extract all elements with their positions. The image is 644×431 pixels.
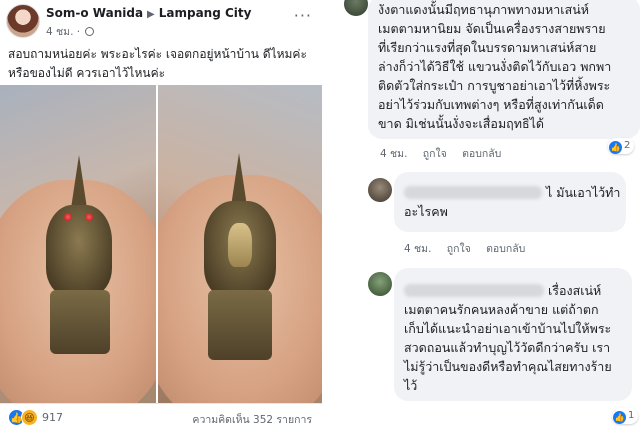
amulet-gold-figure: [228, 223, 252, 267]
comment-text-line: อะไรคพ: [404, 204, 448, 219]
comment-text-line: ที่เรียกว่าแรงที่สุดในบรรดามหาเสน่ห์สาย: [378, 40, 597, 55]
like-comment-button[interactable]: ถูกใจ: [447, 243, 471, 255]
post-text-line: สอบถามหน่อยค่ะ พระอะไรค่ะ เจอตกอยู่หน้าบ…: [8, 47, 307, 61]
haha-reaction-icon: 😆: [21, 409, 38, 426]
post-time[interactable]: 4 ชม.: [46, 26, 73, 38]
amulet-body: [46, 205, 112, 295]
facebook-post: Som-o Wanida ▶ Lampang City 4 ชม. · ··· สอ…: [0, 0, 322, 431]
author-avatar[interactable]: [6, 4, 40, 38]
comment-actions: 4 ชม. ถูกใจ ตอบกลับ: [404, 240, 537, 257]
post-footer: 👍 😆 917 ความคิดเห็น 352 รายการ: [0, 403, 322, 431]
comment-text-line: ไ มันเอาไว้ทำ: [404, 183, 620, 202]
commenter-avatar[interactable]: [368, 272, 392, 296]
comment-bubble: เรื่องสเน่ห์ เมตตาคนรักคนหลงค้าขาย แต่ถ้…: [394, 268, 632, 401]
comment-text-line: ติดตัวใส่กระเป๋า การบูชาอย่าเอาไว้ที่หิ้…: [378, 78, 611, 93]
arrow-right-icon: ▶: [147, 9, 155, 20]
like-reaction-icon: 👍: [609, 141, 622, 154]
amulet-eye: [85, 213, 93, 221]
comment-text-line: สวดถอนแล้วทำบุญไว้วัดดีกว่าครับ เรา: [404, 340, 611, 355]
comment-actions: 4 ชม. ถูกใจ ตอบกลับ: [380, 145, 513, 162]
comment-bubble: งังตาแดงนั้นมีฤทธานุภาพทางมหาเสน่ห์ เมตต…: [368, 0, 640, 139]
post-author-line: Som-o Wanida ▶ Lampang City: [46, 6, 251, 20]
comment-text-line: เมตตาคนรักคนหลงค้าขาย แต่ถ้าตก: [404, 302, 599, 317]
comment-reaction-count: 2: [624, 140, 631, 151]
more-options-icon[interactable]: ···: [294, 6, 312, 25]
redacted-name: [404, 284, 544, 297]
comment-text-line: อย่าไว้ร่วมกับเทพต่างๆ หรือที่สูงเท่ากัน…: [378, 97, 604, 112]
post-meta: 4 ชม. ·: [46, 23, 95, 40]
amulet-base: [208, 290, 272, 360]
post-header: Som-o Wanida ▶ Lampang City 4 ชม. · ···: [6, 4, 316, 38]
comment-text-line: เมตตามหานิยม จัดเป็นเครื่องรางสายพราย: [378, 21, 606, 36]
comment-reaction-count: 1: [628, 410, 635, 421]
comment-count-link[interactable]: ความคิดเห็น 352 รายการ: [192, 411, 312, 428]
author-name[interactable]: Som-o Wanida: [46, 6, 143, 20]
commenter-avatar[interactable]: [368, 178, 392, 202]
post-text: สอบถามหน่อยค่ะ พระอะไรค่ะ เจอตกอยู่หน้าบ…: [8, 45, 314, 83]
post-photos: [0, 85, 322, 403]
amulet-base: [50, 290, 110, 354]
post-photo-1[interactable]: [0, 85, 156, 403]
reply-comment-button[interactable]: ตอบกลับ: [486, 243, 525, 255]
comment-text-line: เก็บได้แนะนำอย่าเอาเข้าบ้านไปให้พระ: [404, 321, 612, 336]
amulet-eye: [64, 213, 72, 221]
comment-text-line: งังตาแดงนั้นมีฤทธานุภาพทางมหาเสน่ห์: [378, 2, 589, 17]
globe-icon: [85, 27, 95, 36]
comment-time[interactable]: 4 ชม.: [380, 148, 407, 160]
like-comment-button[interactable]: ถูกใจ: [423, 148, 447, 160]
comment-text-line: ขาด มิเช่นนั้นงั่งจะเสื่อมฤทธิได้: [378, 116, 545, 131]
post-text-line: หรือของไม่ดี ควรเอาไว้ไหนค่ะ: [8, 66, 166, 80]
redacted-name: [404, 186, 542, 199]
comment-text-line: เรื่องสเน่ห์: [404, 281, 622, 300]
comment-reaction-badge[interactable]: 👍 2: [608, 138, 635, 154]
comment-reaction-badge[interactable]: 👍 1: [612, 408, 639, 424]
comment-time[interactable]: 4 ชม.: [404, 243, 431, 255]
reply-comment-button[interactable]: ตอบกลับ: [462, 148, 501, 160]
reaction-count: 917: [42, 411, 63, 424]
comment-bubble: ไ มันเอาไว้ทำ อะไรคพ: [394, 172, 626, 232]
commenter-avatar[interactable]: [344, 0, 368, 16]
comment-text-line: ไม่รู้ว่าเป็นของดีหรือทำคุณไสยทางร้าย: [404, 359, 612, 374]
comments-panel: งังตาแดงนั้นมีฤทธานุภาพทางมหาเสน่ห์ เมตต…: [322, 0, 644, 431]
post-photo-2[interactable]: [158, 85, 322, 403]
comment-text-line: ไว้: [404, 378, 418, 393]
like-reaction-icon: 👍: [613, 411, 626, 424]
group-name[interactable]: Lampang City: [159, 6, 252, 20]
comment-text-line: ล่างก็ว่าได้วิธีใช้ แขวนงั่งติดไว้กับเอว…: [378, 59, 612, 74]
